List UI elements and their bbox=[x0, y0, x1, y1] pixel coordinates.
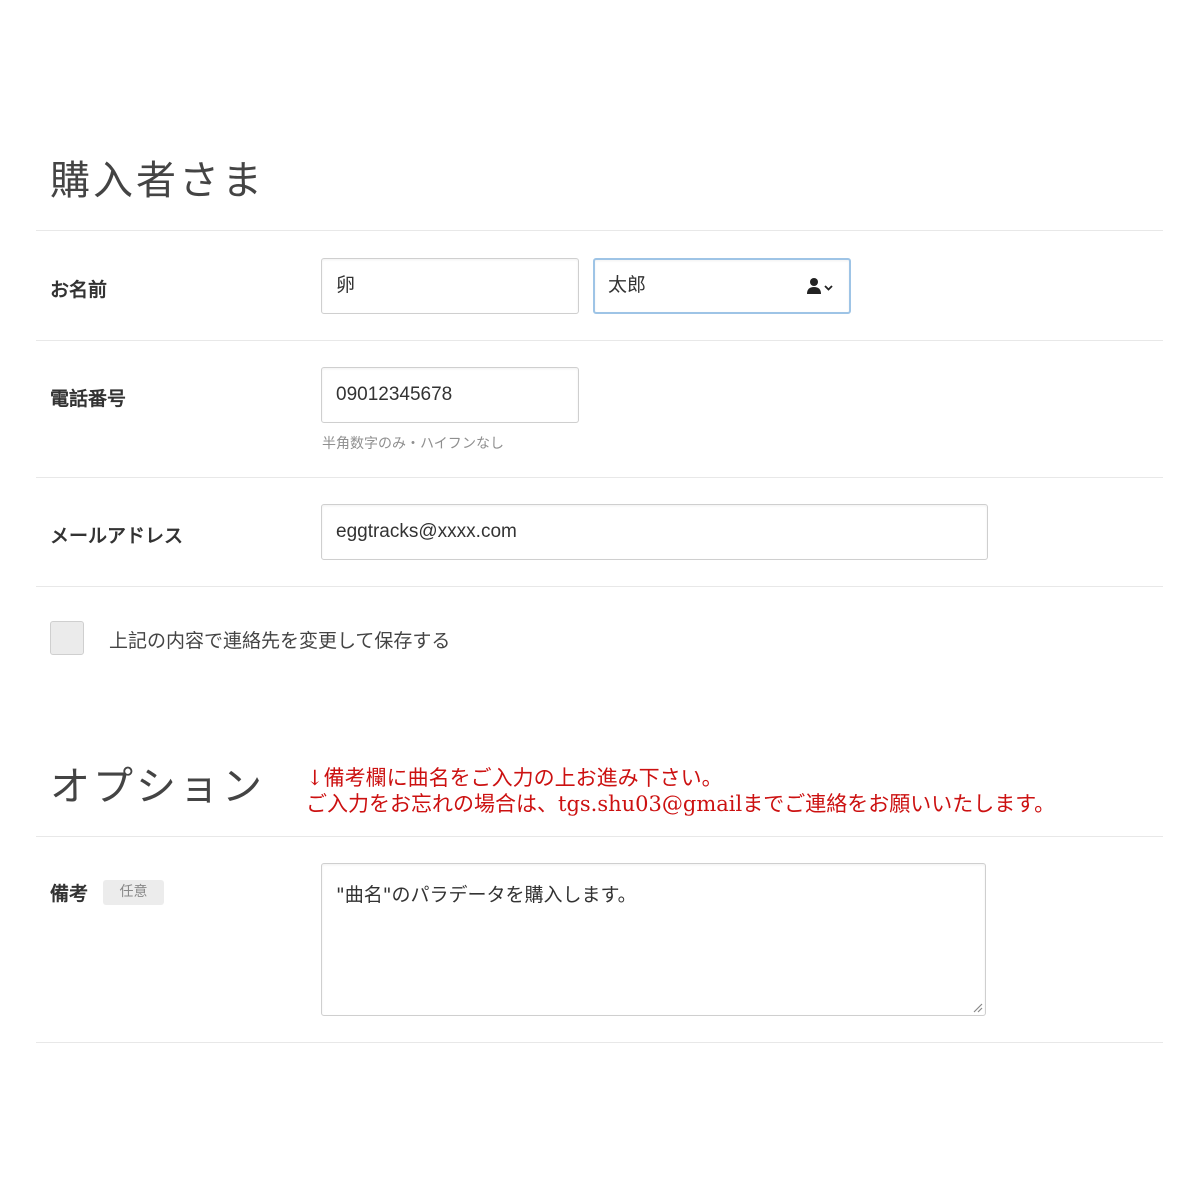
notes-textarea[interactable]: "曲名"のパラデータを購入します。 bbox=[321, 863, 986, 1016]
email-value: eggtracks@xxxx.com bbox=[336, 521, 517, 542]
buyer-section-title: 購入者さま bbox=[50, 158, 265, 204]
notes-value: "曲名"のパラデータを購入します。 bbox=[336, 884, 637, 906]
last-name-value: 卵 bbox=[336, 275, 356, 296]
save-contact-label[interactable]: 上記の内容で連絡先を変更して保存する bbox=[109, 626, 450, 653]
save-contact-checkbox[interactable] bbox=[50, 621, 84, 655]
last-name-input[interactable]: 卵 bbox=[321, 258, 579, 314]
person-dropdown-icon[interactable] bbox=[805, 277, 835, 297]
phone-hint: 半角数字のみ・ハイフンなし bbox=[322, 436, 504, 452]
divider bbox=[36, 586, 1163, 587]
email-label: メールアドレス bbox=[50, 525, 184, 547]
options-section-title: オプション bbox=[50, 764, 265, 810]
first-name-input[interactable]: 太郎 bbox=[593, 258, 851, 314]
phone-label: 電話番号 bbox=[50, 388, 127, 410]
resize-handle-icon[interactable] bbox=[971, 1001, 983, 1013]
phone-input[interactable]: 09012345678 bbox=[321, 367, 579, 423]
divider bbox=[36, 1042, 1163, 1043]
email-input[interactable]: eggtracks@xxxx.com bbox=[321, 504, 988, 560]
optional-badge: 任意 bbox=[103, 880, 164, 905]
first-name-value: 太郎 bbox=[608, 275, 647, 296]
divider bbox=[36, 477, 1163, 478]
name-label: お名前 bbox=[50, 279, 108, 301]
divider bbox=[36, 836, 1163, 837]
annotation-line-2: ご入力をお忘れの場合は、tgs.shu03@gmailまでご連絡をお願いいたしま… bbox=[306, 792, 1056, 816]
phone-value: 09012345678 bbox=[336, 384, 453, 405]
divider bbox=[36, 230, 1163, 231]
divider bbox=[36, 340, 1163, 341]
notes-label: 備考 bbox=[50, 883, 89, 905]
